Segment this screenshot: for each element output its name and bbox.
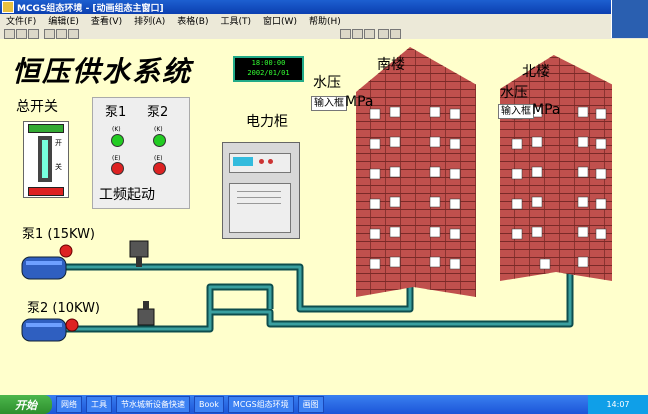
open-icon[interactable] (16, 29, 27, 39)
menu-edit[interactable]: 编辑(E) (48, 14, 79, 27)
taskbar-item-book[interactable]: Book (194, 396, 224, 413)
taskbar-item-mcgs[interactable]: MCGS组态环境 (227, 396, 294, 413)
menu-arrange[interactable]: 排列(A) (134, 14, 165, 27)
menu-window[interactable]: 窗口(W) (263, 14, 297, 27)
tool-icon-b[interactable] (352, 29, 363, 39)
taskbar: 开始 网络 工具 节水城新设备快速 Book MCGS组态环境 画图 14:07 (0, 395, 648, 414)
north-pressure-label: 水压 (500, 85, 528, 101)
tool-icon-e[interactable] (390, 29, 401, 39)
south-pressure-input[interactable]: 输入框 (311, 96, 347, 111)
window-titlebar: MCGS组态环境 - [动画组态主窗口] (0, 0, 648, 14)
system-tray-clock: 14:07 (588, 395, 648, 414)
tool-icon-a[interactable] (340, 29, 351, 39)
copy-icon[interactable] (56, 29, 67, 39)
south-pressure-unit: MPa (345, 94, 374, 110)
cut-icon[interactable] (44, 29, 55, 39)
taskbar-item-device[interactable]: 节水城新设备快速 (116, 396, 190, 413)
save-icon[interactable] (28, 29, 39, 39)
scada-canvas: 恒压供水系统 18:00:00 2002/01/01 总开关 开 关 泵1 泵2… (0, 39, 648, 395)
menu-bar: 文件(F) 编辑(E) 查看(V) 排列(A) 表格(B) 工具(T) 窗口(W… (0, 14, 648, 27)
app-icon (2, 1, 14, 13)
paste-icon[interactable] (68, 29, 79, 39)
start-button[interactable]: 开始 (0, 395, 52, 414)
menu-help[interactable]: 帮助(H) (309, 14, 341, 27)
menu-view[interactable]: 查看(V) (91, 14, 122, 27)
building-windows (369, 106, 607, 270)
new-icon[interactable] (4, 29, 15, 39)
window-title: MCGS组态环境 - [动画组态主窗口] (17, 3, 164, 14)
tool-icon-d[interactable] (378, 29, 389, 39)
menu-file[interactable]: 文件(F) (6, 14, 36, 27)
taskbar-item-network[interactable]: 网络 (56, 396, 82, 413)
north-pressure-input[interactable]: 输入框 (498, 104, 534, 119)
taskbar-item-paint[interactable]: 画图 (297, 396, 324, 413)
windows-logo-icon (611, 0, 648, 38)
taskbar-item-tools[interactable]: 工具 (86, 396, 112, 413)
tool-icon-c[interactable] (364, 29, 375, 39)
north-pressure-unit: MPa (532, 102, 561, 118)
south-pressure-label: 水压 (313, 75, 341, 91)
menu-table[interactable]: 表格(B) (177, 14, 208, 27)
menu-tools[interactable]: 工具(T) (221, 14, 252, 27)
